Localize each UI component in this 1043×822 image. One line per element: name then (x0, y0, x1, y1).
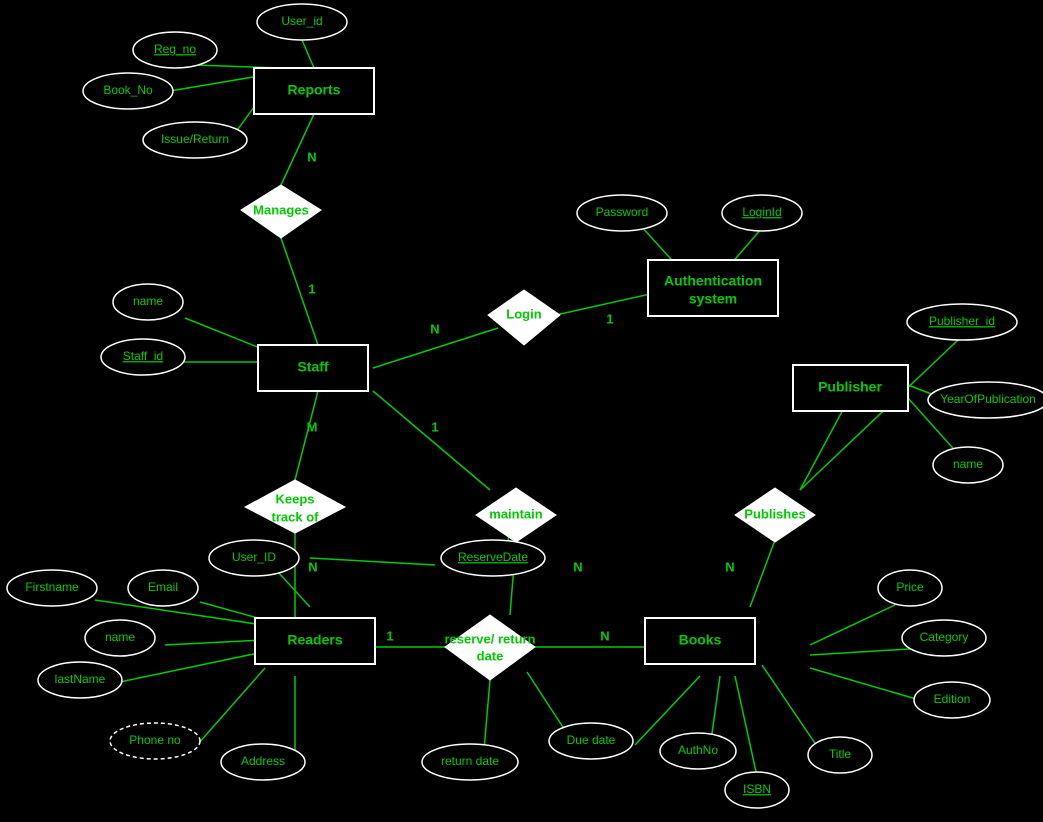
cardinality-n3: N (308, 559, 317, 574)
attr-reserve-date-label: ReserveDate (458, 550, 528, 564)
rel-keeps-track-label: Keeps (275, 491, 314, 506)
attr-category-label: Category (920, 630, 969, 644)
cardinality-n5: N (600, 628, 609, 643)
attr-email-label: Email (148, 580, 178, 594)
attr-firstname-label: Firstname (25, 580, 79, 594)
attr-password-label: Password (596, 205, 649, 219)
attr-name-reader-label: name (105, 630, 135, 644)
attr-user-id-label: User_id (281, 14, 322, 28)
rel-reserve-label: reserve/ return (444, 631, 535, 646)
attr-due-date-label: Due date (567, 733, 616, 747)
entity-auth-label2: system (689, 291, 737, 307)
rel-publishes-label: Publishes (744, 506, 805, 521)
cardinality-n1: N (307, 149, 316, 164)
attr-phone-no-label: Phone no (129, 733, 181, 747)
attr-auth-no-label: AuthNo (678, 743, 718, 757)
rel-manages-label: Manages (253, 202, 309, 217)
attr-title-label: Title (829, 747, 852, 761)
attr-address-label: Address (241, 754, 285, 768)
attr-publisher-id-label: Publisher_id (929, 314, 995, 328)
entity-publisher-label: Publisher (818, 379, 882, 395)
entity-staff-label: Staff (297, 359, 328, 375)
er-diagram: Reports Staff Readers Authentication sys… (0, 0, 1043, 822)
rel-maintain-label: maintain (489, 506, 543, 521)
cardinality-1a: 1 (308, 281, 315, 296)
rel-login-label: Login (506, 306, 541, 321)
cardinality-n6: N (725, 559, 734, 574)
rel-reserve-label2: date (477, 648, 504, 663)
cardinality-m: M (307, 419, 318, 434)
cardinality-1d: 1 (386, 628, 393, 643)
attr-login-id-label: LoginId (742, 205, 781, 219)
attr-edition-label: Edition (934, 692, 971, 706)
attr-isbn-label: ISBN (743, 782, 771, 796)
attr-name-pub-label: name (953, 457, 983, 471)
cardinality-1c: 1 (431, 419, 438, 434)
entity-reports-label: Reports (288, 82, 341, 98)
attr-book-no-label: Book_No (103, 83, 153, 97)
attr-return-date-label: return date (441, 754, 499, 768)
attr-name-staff-label: name (133, 294, 163, 308)
attr-price-label: Price (896, 580, 924, 594)
attr-lastname-label: lastName (55, 672, 106, 686)
attr-staff-id-label: Staff_id (123, 349, 163, 363)
rel-keeps-track (245, 480, 345, 533)
attr-year-pub-label: YearOfPublication (940, 392, 1036, 406)
cardinality-1b: 1 (606, 311, 613, 326)
entity-readers-label: Readers (287, 632, 342, 648)
attr-issue-return-label: Issue/Return (161, 132, 229, 146)
entity-auth-label: Authentication (664, 273, 762, 289)
cardinality-n2: N (430, 321, 439, 336)
entity-books-label: Books (679, 632, 722, 648)
attr-reg-no-label: Reg_no (154, 42, 196, 56)
cardinality-n4: N (573, 559, 582, 574)
attr-user-id-reader-label: User_ID (232, 550, 276, 564)
rel-keeps-track-label2: track of (272, 509, 320, 524)
